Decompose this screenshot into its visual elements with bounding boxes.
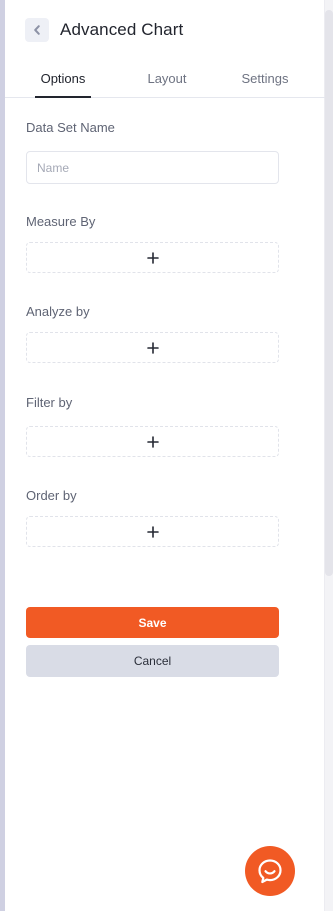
- order-by-label: Order by: [26, 488, 77, 503]
- tab-bar: Options Layout Settings: [5, 59, 325, 98]
- order-by-add-button[interactable]: [26, 516, 279, 547]
- analyze-by-label: Analyze by: [26, 304, 90, 319]
- measure-by-label: Measure By: [26, 214, 96, 229]
- data-set-name-input[interactable]: [26, 151, 279, 184]
- chevron-left-icon: [34, 24, 40, 35]
- data-set-name-label: Data Set Name: [26, 120, 115, 135]
- tab-options-label: Options: [40, 70, 86, 86]
- plus-icon: [146, 435, 159, 448]
- chat-launcher-button[interactable]: [245, 846, 295, 896]
- tab-options[interactable]: Options: [35, 59, 91, 98]
- save-button[interactable]: Save: [26, 607, 279, 638]
- plus-icon: [146, 525, 159, 538]
- cancel-button[interactable]: Cancel: [26, 645, 279, 677]
- tab-layout-label: Layout: [147, 70, 187, 86]
- plus-icon: [146, 341, 159, 354]
- tab-settings[interactable]: Settings: [233, 59, 297, 97]
- scrollbar-track[interactable]: [324, 0, 333, 911]
- back-button[interactable]: [25, 17, 49, 42]
- advanced-chart-panel: Advanced Chart Options Layout Settings D…: [0, 0, 333, 911]
- tab-layout[interactable]: Layout: [137, 59, 197, 97]
- analyze-by-add-button[interactable]: [26, 332, 279, 363]
- panel-header: Advanced Chart: [5, 0, 325, 59]
- filter-by-label: Filter by: [26, 395, 73, 410]
- measure-by-add-button[interactable]: [26, 242, 279, 273]
- tab-settings-label: Settings: [241, 70, 289, 86]
- scrollbar-thumb[interactable]: [325, 10, 333, 576]
- plus-icon: [146, 251, 159, 264]
- filter-by-add-button[interactable]: [26, 426, 279, 457]
- chat-bubble-icon: [258, 859, 282, 884]
- page-title: Advanced Chart: [60, 19, 184, 39]
